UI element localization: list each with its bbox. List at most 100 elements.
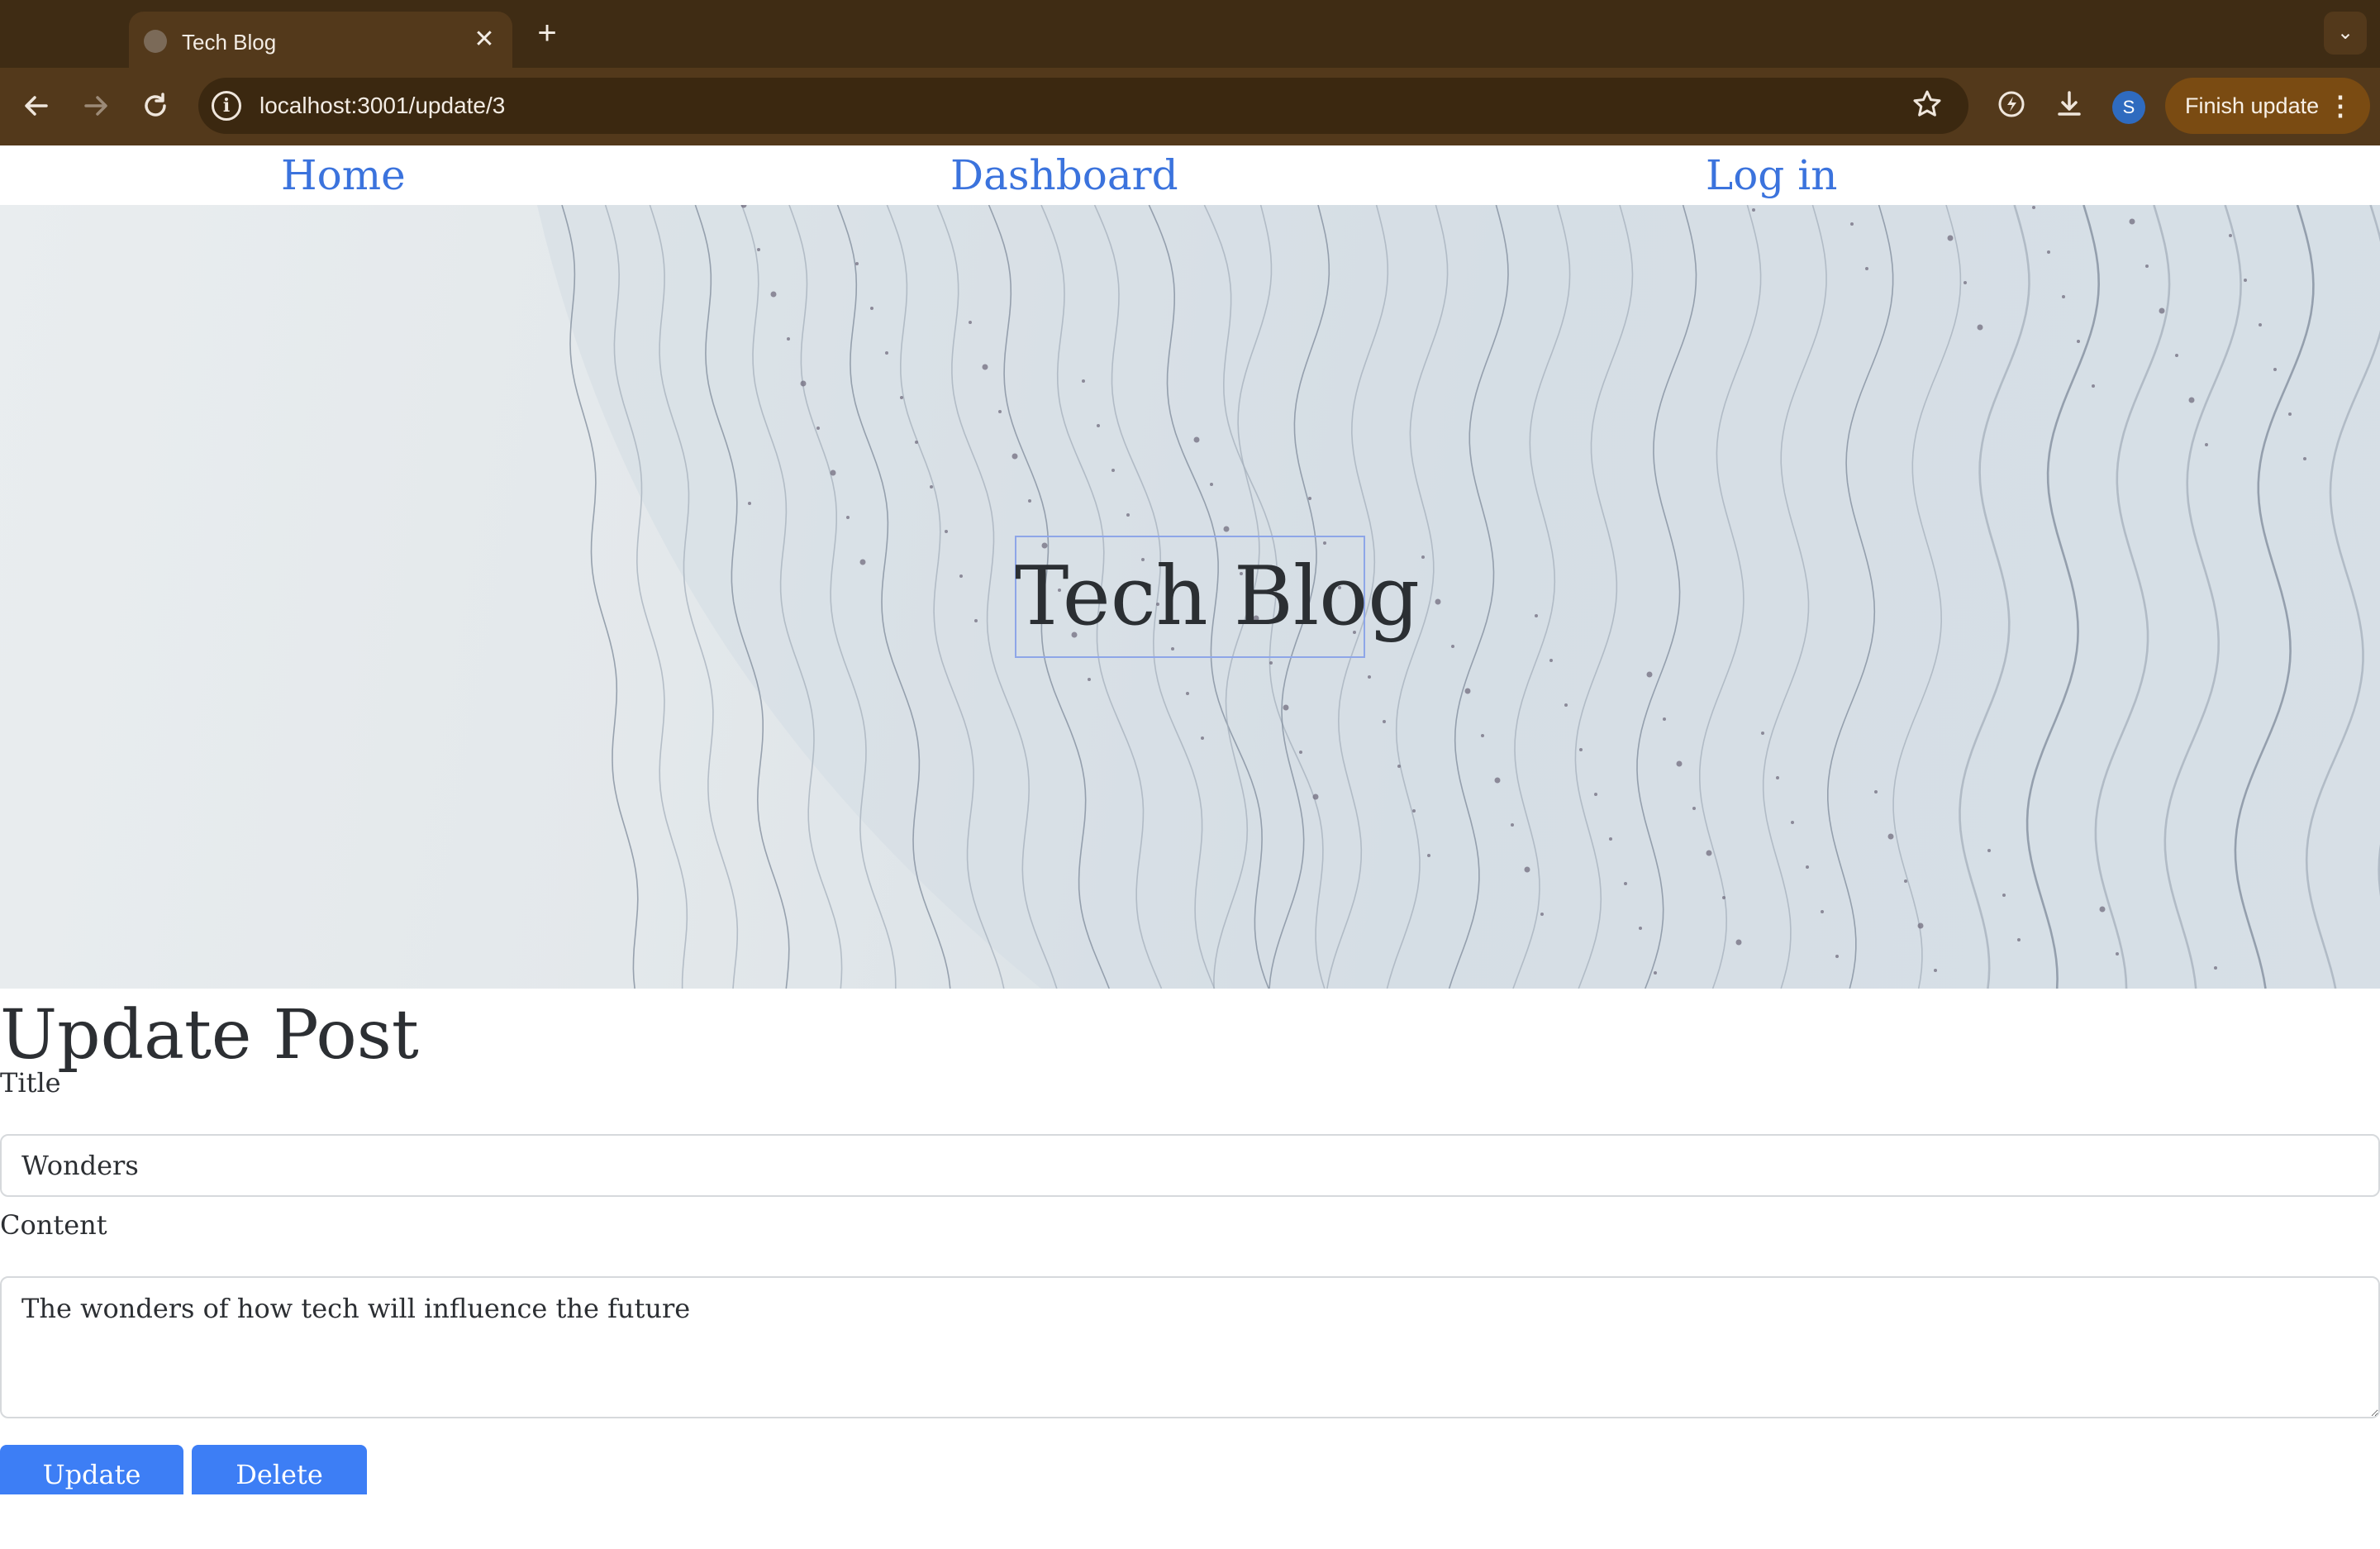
wire-dot: [2259, 323, 2262, 326]
dome-shape: [537, 205, 2380, 989]
star-icon[interactable]: [1909, 88, 1945, 124]
wire-dot: [1776, 776, 1779, 779]
wire-dot: [748, 502, 751, 505]
nav-login-link[interactable]: Log in: [1706, 149, 1837, 202]
new-tab-button[interactable]: +: [531, 17, 564, 50]
page: Home Dashboard Log in Tech Blog Update P…: [0, 145, 2380, 1540]
hero-title: Tech Blog: [1015, 550, 1420, 644]
wire-dot: [1722, 896, 1726, 899]
wire-dot: [770, 291, 777, 298]
wire-dot: [1865, 267, 1868, 270]
wire-dot: [1186, 692, 1189, 695]
wire-dot: [1223, 526, 1230, 532]
wire-dot: [1646, 671, 1653, 678]
tab-strip: Tech Blog ✕ + ⌄: [0, 0, 2380, 68]
wire-dot: [974, 619, 978, 622]
back-icon[interactable]: [17, 86, 56, 126]
globe-icon: [144, 30, 167, 53]
wire-dot: [2273, 368, 2277, 371]
wire-dot: [1283, 704, 1289, 711]
wire-dot: [969, 321, 972, 324]
wire-dot: [1564, 703, 1568, 707]
nav-home-link[interactable]: Home: [281, 149, 406, 202]
wire-dot: [1917, 922, 1924, 929]
wire-dot: [1412, 809, 1416, 813]
extension-icon[interactable]: [1992, 86, 2031, 126]
wire-dot: [982, 364, 988, 370]
forward-icon[interactable]: [76, 86, 116, 126]
wire-dot: [1579, 748, 1583, 751]
tab-title: Tech Blog: [182, 30, 277, 55]
profile-avatar[interactable]: S: [2112, 91, 2145, 124]
title-input[interactable]: [0, 1134, 2380, 1197]
wire-dot: [1639, 927, 1642, 930]
wire-dot: [2214, 966, 2217, 970]
wire-dot: [885, 351, 888, 355]
wire-dot: [1692, 807, 1696, 810]
wire-dot: [1850, 222, 1854, 226]
wire-dot: [915, 441, 918, 444]
wire-dot: [1435, 598, 1441, 605]
wire-dot: [1874, 790, 1878, 794]
tab-search-button[interactable]: ⌄: [2324, 12, 2367, 55]
wire-dot: [1654, 971, 1657, 975]
wire-dot: [1540, 913, 1544, 916]
wire-dot: [757, 248, 760, 251]
finish-update-button[interactable]: Finish update ⋮: [2165, 78, 2370, 134]
wire-dot: [1421, 555, 1425, 559]
browser-toolbar: i localhost:3001/update/3 S Finish updat…: [0, 68, 2380, 145]
wire-dot: [2116, 952, 2119, 956]
close-tab-icon[interactable]: ✕: [471, 26, 497, 53]
download-icon[interactable]: [2049, 86, 2089, 126]
delete-post-button[interactable]: Delete Post: [192, 1445, 367, 1540]
wire-dot: [1097, 424, 1100, 427]
wire-dot: [1806, 865, 1809, 869]
wire-dot: [1947, 235, 1954, 241]
title-label: Title: [0, 1067, 61, 1099]
wire-dot: [1397, 765, 1401, 768]
wire-dot: [870, 307, 873, 310]
content-textarea[interactable]: [0, 1276, 2380, 1418]
wire-dot: [945, 530, 948, 533]
page-title: Update Post: [0, 996, 419, 1075]
browser-chrome: Tech Blog ✕ + ⌄ i localhost:3001/update/…: [0, 0, 2380, 145]
wire-dot: [1111, 469, 1115, 472]
wire-dot: [1494, 777, 1501, 784]
wire-dot: [1028, 499, 1031, 503]
wire-dot: [1977, 324, 1983, 331]
browser-tab[interactable]: Tech Blog ✕: [129, 12, 512, 68]
wire-dot: [1299, 751, 1302, 754]
wire-dot: [1549, 659, 1553, 662]
wire-dot: [1269, 661, 1273, 665]
wire-dot: [2244, 279, 2247, 282]
wire-dot: [2062, 295, 2065, 298]
wire-dot: [1676, 760, 1683, 767]
wire-dot: [2032, 206, 2035, 209]
wire-dot: [1735, 939, 1742, 946]
address-bar[interactable]: i localhost:3001/update/3: [198, 78, 1968, 134]
wire-dot: [1193, 436, 1200, 443]
wire-dot: [2188, 397, 2195, 403]
url-text[interactable]: localhost:3001/update/3: [259, 93, 505, 119]
update-post-button[interactable]: Update Post: [0, 1445, 183, 1540]
reload-icon[interactable]: [136, 86, 175, 126]
wire-dot: [2017, 938, 2021, 941]
wire-dot: [1312, 794, 1319, 800]
wire-dot: [816, 427, 820, 430]
nav-dashboard-link[interactable]: Dashboard: [950, 149, 1178, 202]
wire-dot: [1963, 281, 1967, 284]
wire-dot: [859, 559, 866, 565]
info-icon[interactable]: i: [212, 91, 241, 121]
wire-dot: [1126, 513, 1130, 517]
wire-dot: [1464, 688, 1471, 694]
wire-dot: [930, 485, 933, 489]
wire-dot: [2077, 340, 2080, 343]
menu-dots-icon[interactable]: ⋮: [2327, 78, 2354, 134]
wire-dot: [1663, 717, 1666, 721]
wire-dot: [2205, 443, 2208, 446]
wire-dot: [959, 574, 963, 578]
wire-dot: [846, 516, 850, 519]
wire-dot: [1201, 736, 1204, 740]
wire-dot: [1706, 850, 1712, 856]
wire-dot: [2175, 354, 2178, 357]
